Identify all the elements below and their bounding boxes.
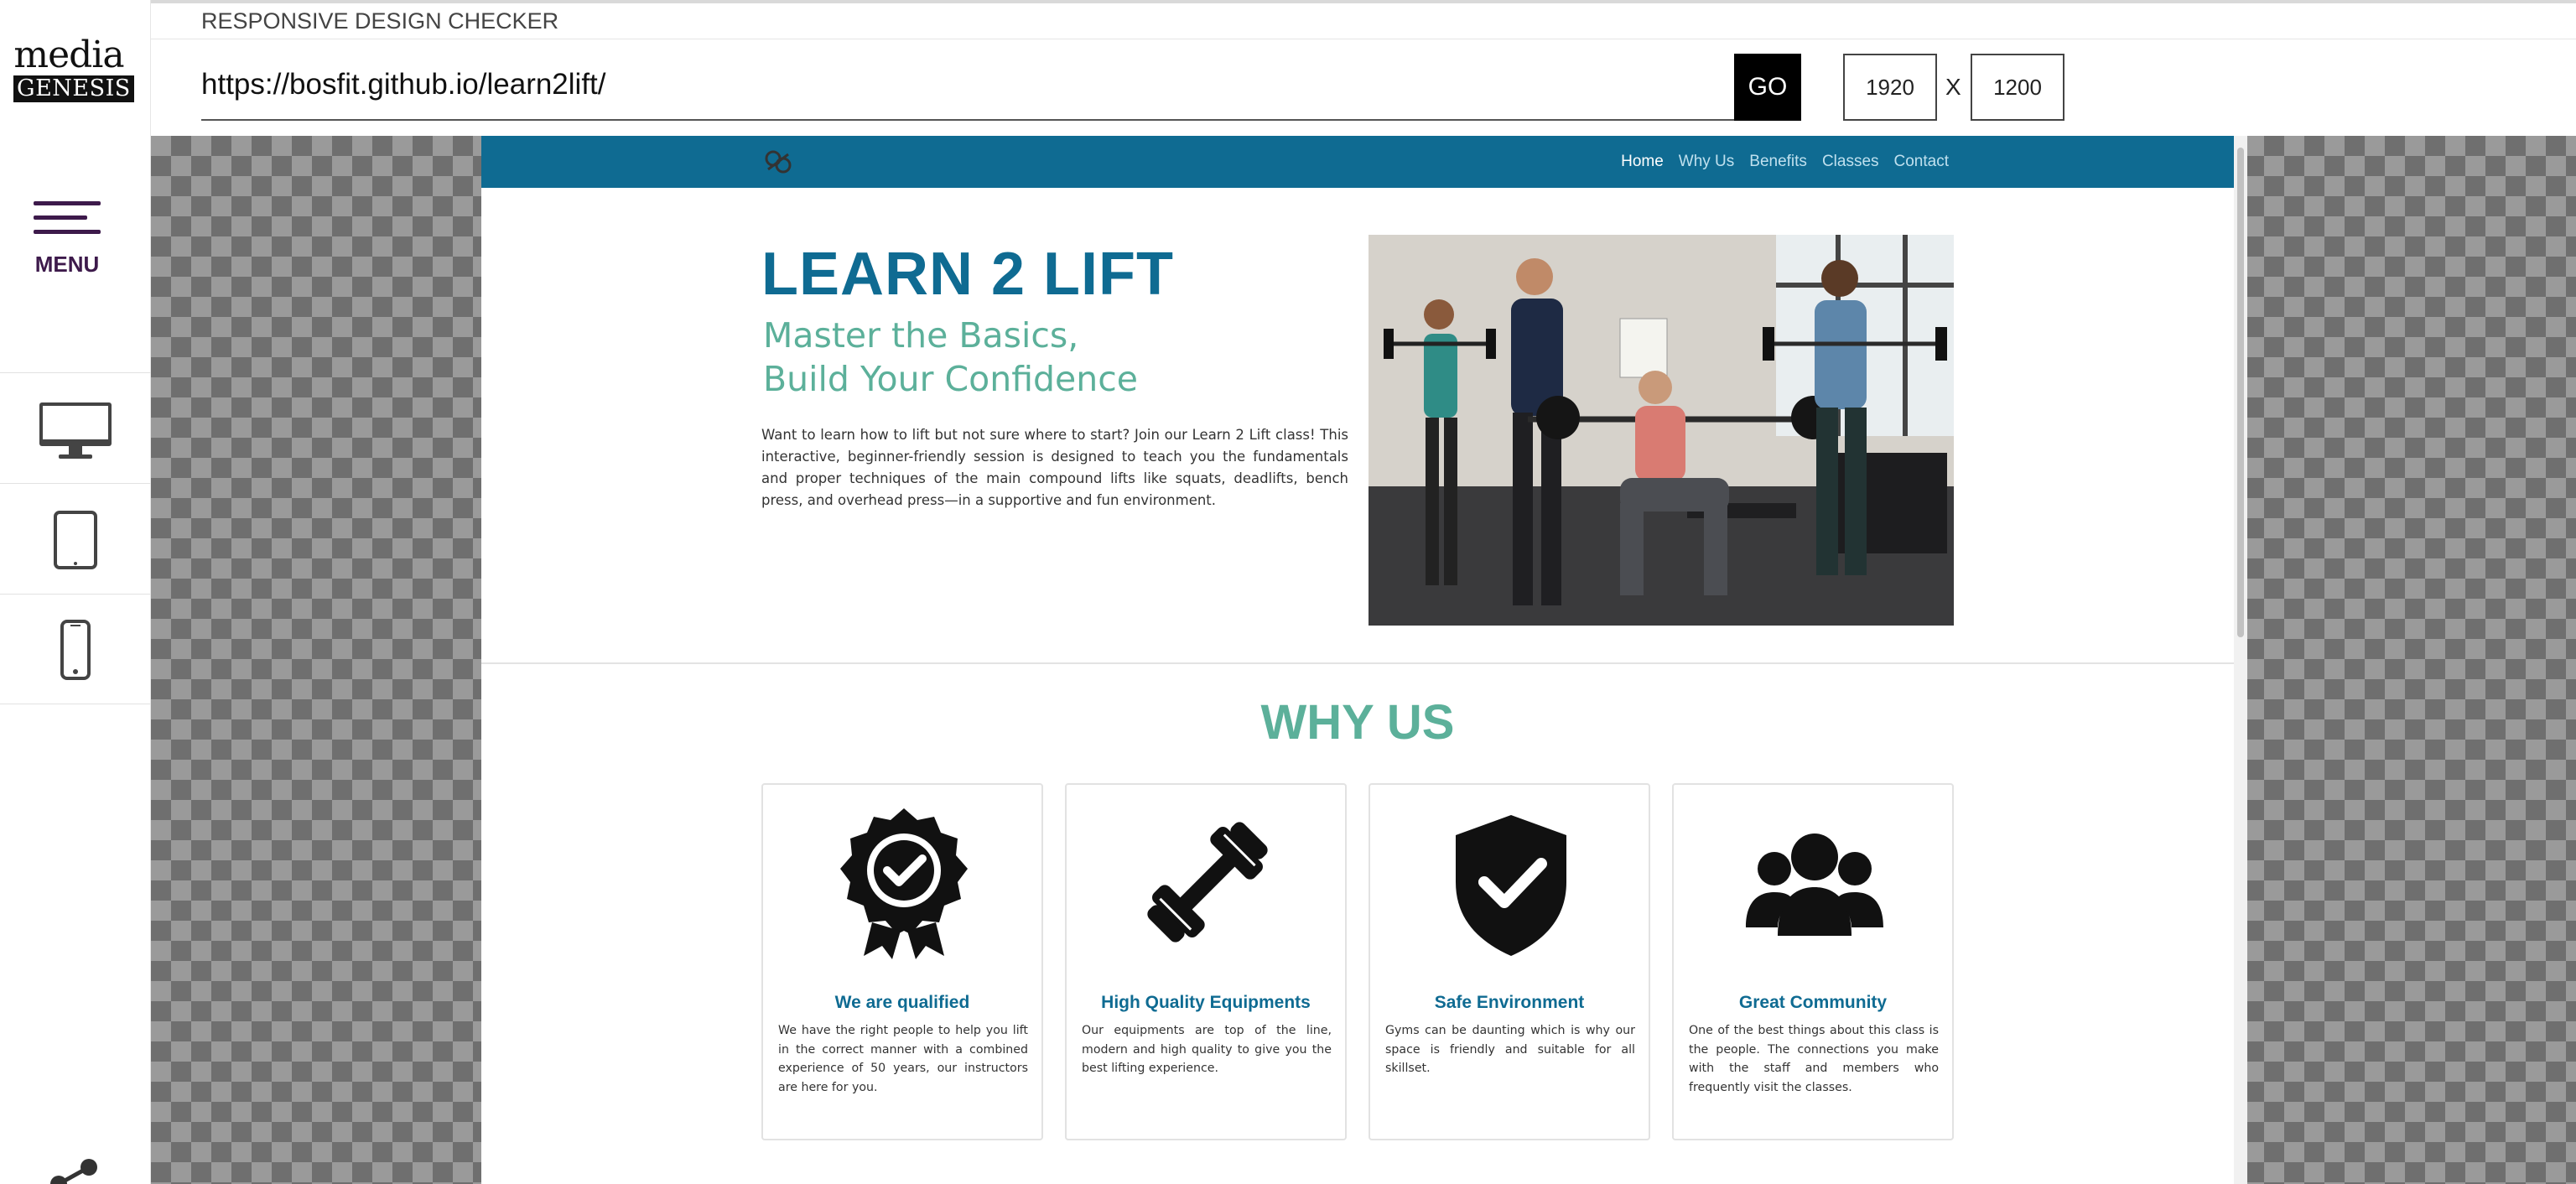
why-us-title: WHY US bbox=[1260, 695, 1455, 750]
why-card-community: Great Community One of the best things a… bbox=[1672, 783, 1954, 1140]
width-input[interactable] bbox=[1843, 54, 1937, 121]
card-title: We are qualified bbox=[834, 993, 970, 1012]
mobile-view-button[interactable] bbox=[0, 594, 151, 704]
site-preview-viewport[interactable]: Home Why Us Benefits Classes Contact LEA… bbox=[481, 136, 2247, 1184]
why-card-equipment: High Quality Equipments Our equipments a… bbox=[1065, 783, 1347, 1140]
height-input[interactable] bbox=[1971, 54, 2064, 121]
scrollbar-thumb[interactable] bbox=[2237, 148, 2244, 637]
hamburger-icon bbox=[34, 201, 101, 236]
logo-text-bottom: GENESIS bbox=[13, 75, 134, 102]
mobile-icon bbox=[60, 620, 91, 680]
share-icon[interactable] bbox=[50, 1155, 101, 1184]
award-badge-icon bbox=[840, 808, 968, 959]
section-divider bbox=[481, 662, 2234, 664]
nav-link-why-us[interactable]: Why Us bbox=[1679, 153, 1735, 171]
hero-subtitle: Master the Basics, Build Your Confidence bbox=[763, 314, 1266, 401]
go-button[interactable]: GO bbox=[1734, 54, 1801, 121]
card-text: We have the right people to help you lif… bbox=[778, 1024, 1028, 1094]
card-text: One of the best things about this class … bbox=[1689, 1024, 1939, 1094]
nav-link-classes[interactable]: Classes bbox=[1822, 153, 1879, 171]
site-logo-icon[interactable] bbox=[763, 149, 793, 174]
url-input[interactable] bbox=[201, 50, 1736, 121]
app-title: RESPONSIVE DESIGN CHECKER bbox=[201, 8, 559, 34]
site-navbar: Home Why Us Benefits Classes Contact bbox=[481, 136, 2234, 188]
desktop-icon bbox=[39, 402, 112, 459]
nav-link-benefits[interactable]: Benefits bbox=[1749, 153, 1807, 171]
hero-title: LEARN 2 LIFT bbox=[761, 241, 1174, 308]
tablet-view-button[interactable] bbox=[0, 483, 151, 594]
why-card-qualified: We are qualified We have the right peopl… bbox=[761, 783, 1043, 1140]
menu-button[interactable]: MENU bbox=[0, 195, 134, 287]
hero-gym-photo bbox=[1368, 235, 1954, 626]
menu-label: MENU bbox=[34, 252, 100, 277]
card-title: Safe Environment bbox=[1434, 993, 1585, 1012]
gym-class-illustration bbox=[1368, 235, 1954, 626]
nav-link-home[interactable]: Home bbox=[1621, 153, 1664, 171]
hero-description: Want to learn how to lift but not sure w… bbox=[761, 427, 1348, 508]
dimension-separator: X bbox=[1945, 74, 1961, 100]
card-title: Great Community bbox=[1738, 993, 1888, 1012]
dumbbell-icon bbox=[1147, 822, 1268, 943]
media-genesis-logo[interactable]: media GENESIS bbox=[13, 34, 134, 102]
sidebar: media GENESIS MENU bbox=[0, 0, 151, 1184]
hero-subtitle-line1: Master the Basics, bbox=[763, 315, 1079, 356]
users-group-icon bbox=[1746, 833, 1883, 936]
card-text: Gyms can be daunting which is why our sp… bbox=[1385, 1024, 1635, 1075]
card-title: High Quality Equipments bbox=[1101, 993, 1311, 1012]
why-card-safe: Safe Environment Gyms can be daunting wh… bbox=[1368, 783, 1650, 1140]
hero-subtitle-line2: Build Your Confidence bbox=[763, 359, 1139, 399]
tablet-icon bbox=[54, 511, 97, 569]
top-toolbar: RESPONSIVE DESIGN CHECKER GO X bbox=[151, 0, 2576, 136]
shield-check-icon bbox=[1456, 815, 1566, 956]
logo-text-top: media bbox=[13, 34, 124, 76]
desktop-view-button[interactable] bbox=[0, 372, 151, 483]
nav-link-contact[interactable]: Contact bbox=[1894, 153, 1949, 171]
vertical-scrollbar[interactable] bbox=[2234, 136, 2247, 1184]
card-text: Our equipments are top of the line, mode… bbox=[1082, 1024, 1332, 1075]
site-nav-links: Home Why Us Benefits Classes Contact bbox=[1621, 153, 1949, 171]
